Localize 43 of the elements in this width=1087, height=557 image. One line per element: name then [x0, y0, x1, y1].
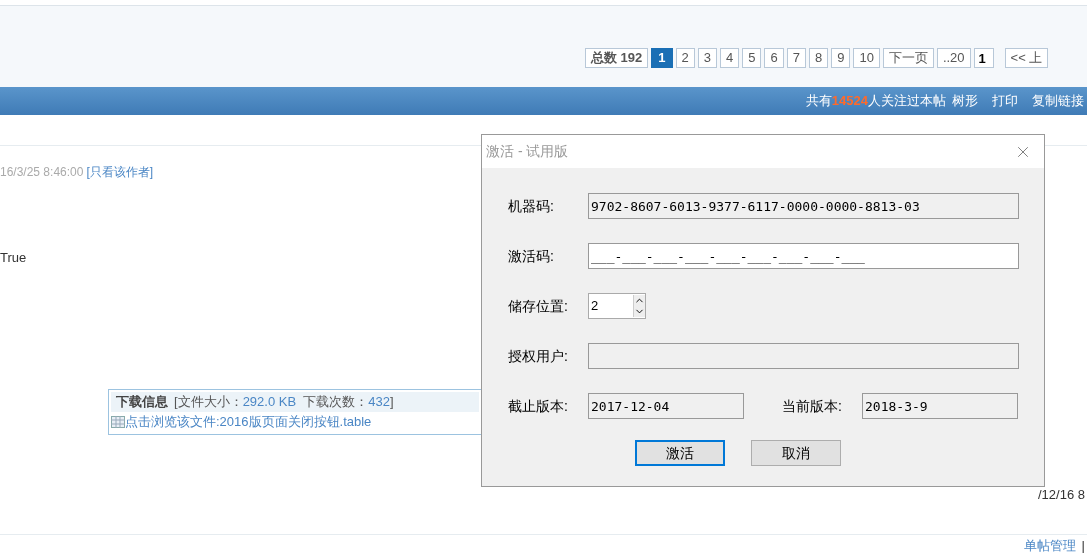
- toolbar-link[interactable]: 打印: [992, 91, 1018, 111]
- dialog-button[interactable]: 激活: [635, 440, 725, 466]
- total-count: 总数 192: [585, 48, 649, 68]
- field-label: 授权用户:: [508, 346, 569, 366]
- page-link[interactable]: 3: [697, 48, 717, 68]
- page-link[interactable]: 8: [808, 48, 829, 68]
- toolbar-link[interactable]: 树形: [952, 91, 978, 111]
- page-link[interactable]: 6: [764, 48, 784, 68]
- page-input[interactable]: 1: [973, 48, 994, 68]
- field-label: 机器码:: [508, 196, 555, 216]
- field-label: 激活码:: [508, 246, 555, 266]
- page-link[interactable]: 1: [651, 48, 673, 68]
- page-link[interactable]: 10: [853, 48, 880, 68]
- version-field[interactable]: 2018-3-9: [862, 393, 1018, 419]
- page-link[interactable]: 5: [742, 48, 762, 68]
- author-filter-link[interactable]: [只看该作者]: [86, 163, 154, 181]
- download-stats: [文件大小：292.0 KB 下载次数：432]: [174, 392, 394, 411]
- version-field[interactable]: 2017-12-04: [588, 393, 744, 419]
- next-page-link[interactable]: 下一页: [882, 48, 934, 68]
- toolbar-link[interactable]: 复制链接: [1032, 91, 1084, 111]
- page-link[interactable]: 9: [831, 48, 851, 68]
- field-label: 储存位置:: [508, 296, 569, 316]
- prev-page-link[interactable]: << 上: [1004, 48, 1049, 68]
- file-link[interactable]: 点击浏览该文件:2016版页面关闭按钮.table: [125, 411, 372, 432]
- dialog-button[interactable]: 取消: [751, 440, 841, 466]
- version-label: 截止版本:: [508, 396, 569, 416]
- table-file-icon: [111, 415, 125, 428]
- code-field[interactable]: ___-___-___-___-___-___-___-___-___: [588, 243, 1019, 269]
- post-timestamp: 16/3/25 8:46:00: [0, 164, 84, 181]
- post-body: True: [0, 249, 27, 267]
- version-label: 当前版本:: [782, 396, 843, 416]
- link-separator: |: [1081, 538, 1085, 554]
- last-page-link[interactable]: ..20: [936, 48, 971, 68]
- spinner-value: 2: [590, 297, 600, 316]
- download-title: 下载信息: [116, 392, 168, 411]
- page-link[interactable]: 7: [786, 48, 806, 68]
- post-manage-link[interactable]: 单帖管理: [1023, 538, 1076, 554]
- post-time: /12/16 8: [1038, 485, 1086, 504]
- page-link[interactable]: 4: [720, 48, 740, 68]
- storage-spinner[interactable]: 2: [588, 293, 646, 319]
- followers-text: 共有14524人关注过本帖: [805, 92, 946, 111]
- dialog-title: 激活 - 试用版: [486, 142, 569, 161]
- page-link[interactable]: 2: [675, 48, 695, 68]
